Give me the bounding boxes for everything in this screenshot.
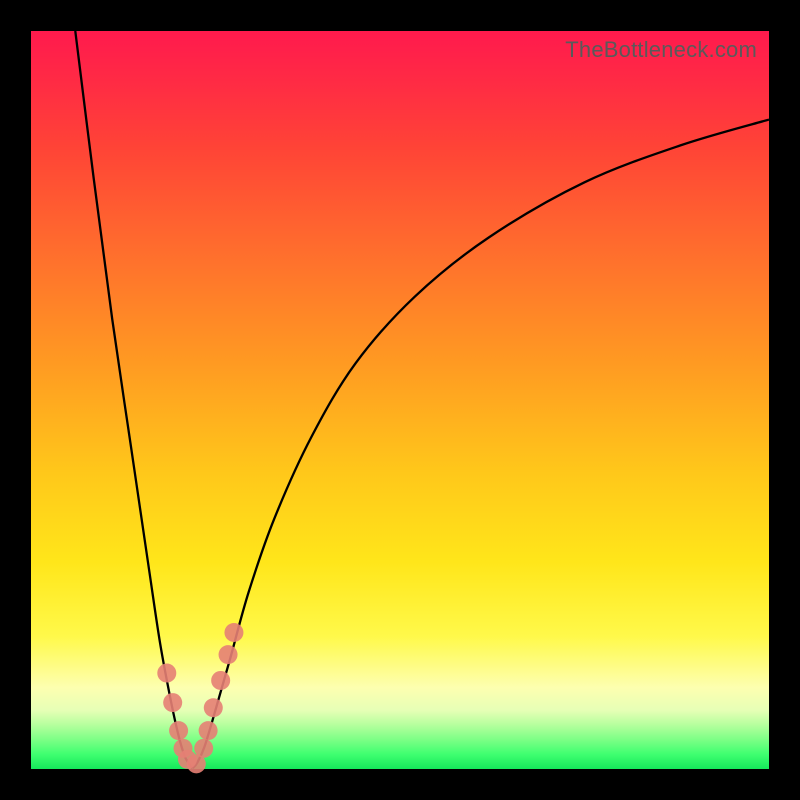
- data-marker: [199, 721, 218, 740]
- curve-layer: [31, 31, 769, 769]
- data-marker: [211, 671, 230, 690]
- data-marker: [204, 698, 223, 717]
- data-marker: [219, 645, 238, 664]
- data-marker: [157, 664, 176, 683]
- data-marker: [194, 739, 213, 758]
- plot-area: TheBottleneck.com: [31, 31, 769, 769]
- data-marker: [224, 623, 243, 642]
- curve-right: [193, 120, 769, 769]
- marker-group: [157, 623, 243, 773]
- chart-frame: TheBottleneck.com: [0, 0, 800, 800]
- data-marker: [169, 721, 188, 740]
- curve-left: [75, 31, 192, 768]
- data-marker: [163, 693, 182, 712]
